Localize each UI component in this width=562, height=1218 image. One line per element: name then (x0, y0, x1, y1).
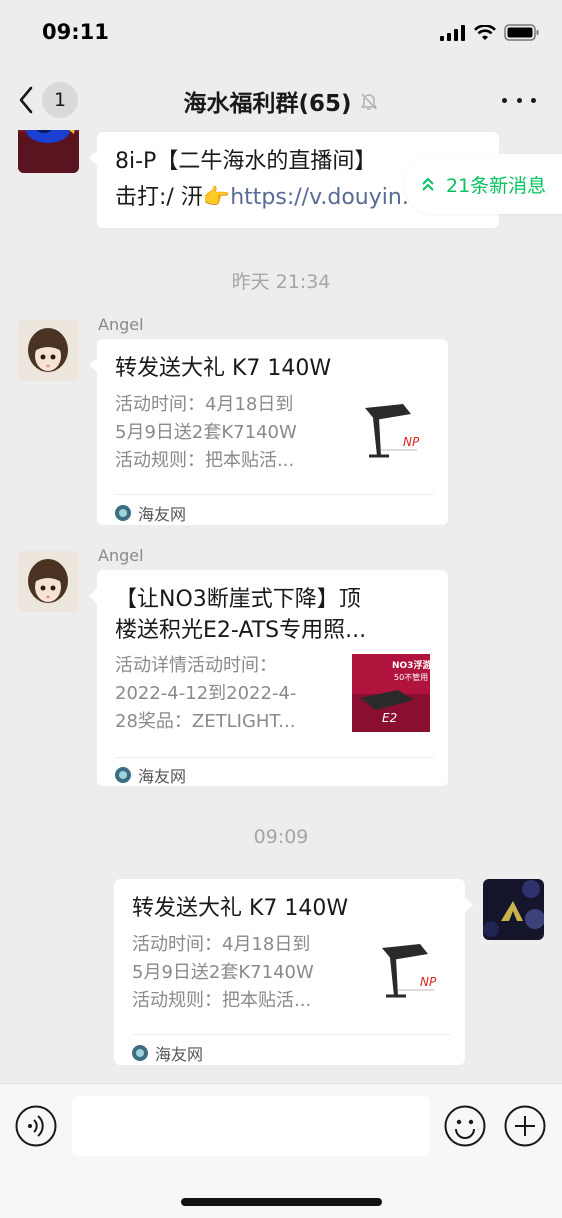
card-title: 转发送大礼 K7 140W (132, 896, 349, 921)
doll-avatar-image (18, 551, 79, 612)
more-icon (502, 97, 507, 103)
card-description: 活动详情活动时间： 2022-4-12到2022-4- 28奖品：ZETLIGH… (115, 655, 297, 732)
card-title: 【让NO3断崖式下降】顶 楼送积光E2-ATS专用照... (115, 587, 367, 643)
card-source: 海友网 (115, 763, 186, 787)
emoji-button[interactable] (444, 1105, 486, 1147)
timestamp: 昨天 21:34 (231, 271, 331, 293)
svg-text:50不管用: 50不管用 (394, 672, 428, 682)
aquarium-light-image: NP (372, 936, 450, 1014)
card-source: 海友网 (132, 1041, 203, 1065)
doll-avatar-image (18, 320, 79, 381)
timestamp: 09:09 (253, 826, 309, 848)
voice-icon (15, 1105, 57, 1147)
card-description: 活动时间：4月18日到 5月9日送2套K7140W 活动规则：把本贴活... (132, 934, 314, 1011)
svg-text:NP: NP (420, 975, 437, 989)
source-logo-icon (115, 505, 131, 521)
signal-icon (440, 24, 465, 41)
svg-text:NO3浮游: NO3浮游 (392, 659, 430, 671)
emoji-icon (444, 1105, 486, 1147)
fish-avatar-image (18, 130, 79, 173)
plus-icon (504, 1105, 546, 1147)
battery-icon (504, 24, 539, 41)
chat-messages[interactable]: 8i-P【二牛海水的直播间】 击打:/ 汧👉https://v.douyin.c… (0, 130, 562, 1083)
product-promo-image: NO3浮游 50不管用 E2 (352, 654, 431, 732)
card-title: 转发送大礼 K7 140W (115, 356, 332, 381)
divider (132, 1034, 451, 1035)
nav-bar: 1 海水福利群(65) (0, 70, 562, 130)
source-logo-icon (132, 1045, 148, 1061)
divider (115, 494, 434, 495)
chat-title: 海水福利群(65) (183, 91, 352, 117)
card-description: 活动时间：4月18日到 5月9日送2套K7140W 活动规则：把本贴活... (115, 394, 297, 471)
link-card[interactable]: 【让NO3断崖式下降】顶 楼送积光E2-ATS专用照... 活动详情活动时间： … (89, 570, 448, 787)
card-thumbnail: NO3浮游 50不管用 E2 (352, 654, 431, 732)
bell-muted-icon (360, 93, 377, 110)
link-card[interactable]: 转发送大礼 K7 140W 活动时间：4月18日到 5月9日送2套K7140W … (89, 339, 448, 525)
card-thumbnail: NP (355, 396, 433, 474)
new-messages-button[interactable]: 21条新消息 (404, 154, 562, 214)
status-icons (440, 24, 540, 41)
voice-button[interactable] (15, 1105, 57, 1147)
card-source: 海友网 (115, 501, 186, 525)
sender-name: Angel (98, 546, 144, 565)
avatar[interactable] (18, 130, 79, 173)
divider (115, 757, 434, 758)
svg-text:E2: E2 (382, 711, 397, 725)
aquarium-light-image: NP (355, 396, 433, 474)
svg-text:NP: NP (403, 435, 420, 449)
message-input[interactable] (72, 1096, 430, 1156)
new-messages-label: 21条新消息 (446, 174, 547, 197)
sender-name: Angel (98, 315, 144, 334)
status-time: 09:11 (42, 20, 109, 44)
double-chevron-up-icon (422, 177, 434, 191)
source-logo-icon (115, 767, 131, 783)
link-card[interactable]: 转发送大礼 K7 140W 活动时间：4月18日到 5月9日送2套K7140W … (114, 879, 473, 1065)
home-indicator[interactable] (181, 1198, 382, 1206)
status-bar: 09:11 (0, 0, 562, 70)
more-button[interactable] (502, 88, 536, 112)
more-functions-button[interactable] (504, 1105, 546, 1147)
my-avatar[interactable] (483, 879, 544, 940)
nav-title-wrap: 海水福利群(65) (0, 84, 562, 118)
avatar-angel[interactable] (18, 551, 79, 612)
dark-avatar-image (483, 879, 544, 940)
wifi-icon (474, 24, 496, 40)
input-bar (0, 1083, 562, 1218)
avatar-angel[interactable] (18, 320, 79, 381)
card-thumbnail: NP (372, 936, 450, 1014)
